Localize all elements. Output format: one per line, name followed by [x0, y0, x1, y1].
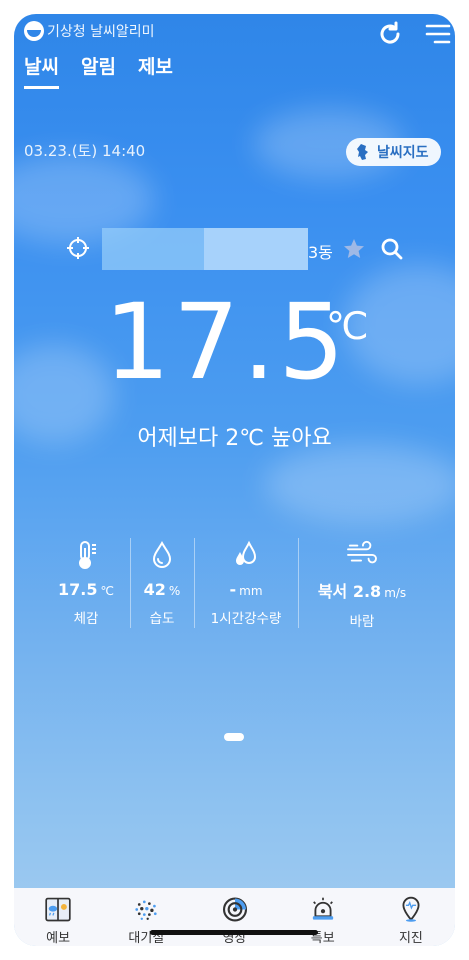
stat-humidity: 42% 습도 [130, 538, 194, 630]
precipitation-label: 1시간강수량 [210, 611, 282, 627]
current-location-icon[interactable] [66, 236, 90, 260]
tab-alerts[interactable]: 알림 [81, 52, 116, 89]
humidity-drop-icon [152, 540, 172, 568]
nav-forecast-label: 예보 [46, 931, 71, 946]
wind-icon [347, 540, 377, 564]
top-tabs: 날씨 알림 제보 [24, 52, 173, 89]
forecast-icon [45, 897, 71, 922]
brand: 기상청 날씨알리미 [24, 21, 155, 41]
cloud-decoration [264, 444, 455, 524]
nav-air-quality[interactable]: 대기질 [102, 888, 190, 946]
refresh-icon[interactable] [376, 20, 404, 48]
stat-feels-like: 17.5 ℃ 체감 [42, 538, 130, 630]
warning-siren-icon [312, 897, 333, 920]
rain-drops-icon [236, 540, 257, 565]
air-quality-icon [135, 900, 157, 920]
nav-earthquake[interactable]: 지진 [367, 888, 455, 946]
menu-icon[interactable] [424, 20, 452, 48]
wind-unit: m/s [384, 586, 407, 600]
precipitation-unit: mm [239, 584, 263, 598]
precipitation-value: - [229, 580, 237, 599]
nav-radar[interactable]: 영상 [190, 888, 278, 946]
search-icon[interactable] [380, 237, 404, 261]
earthquake-pin-icon [402, 896, 420, 922]
weather-screen: 기상청 날씨알리미 날씨 알림 제보 03.23.(토) 14:40 날씨지도 [14, 14, 455, 946]
thermometer-icon [79, 541, 96, 569]
nav-earthquake-label: 지진 [398, 931, 423, 946]
humidity-unit: % [168, 584, 181, 598]
observation-datetime: 03.23.(토) 14:40 [24, 142, 146, 160]
current-temperature: 17.5 [104, 281, 348, 403]
kma-logo-icon [24, 21, 44, 41]
feels-like-unit: ℃ [100, 584, 114, 598]
radar-icon [222, 897, 247, 922]
nav-warning[interactable]: 특보 [279, 888, 367, 946]
yesterday-comparison: 어제보다 2℃ 높아요 [137, 426, 332, 451]
weather-stats: 17.5 ℃ 체감 42% 습도 - mm 1시간강수량 북서 2.8 m/s … [42, 538, 426, 630]
wind-label: 바람 [349, 614, 375, 630]
redacted-location-block [102, 228, 204, 270]
humidity-label: 습도 [149, 611, 175, 627]
location-name[interactable]: 3동 [308, 239, 333, 263]
page-indicator[interactable] [224, 733, 244, 741]
brand-title: 기상청 날씨알리미 [47, 24, 155, 40]
korea-map-icon [357, 144, 368, 160]
home-indicator[interactable] [150, 930, 318, 935]
location-row: 3동 [14, 228, 455, 270]
wind-value: 북서 2.8 [317, 582, 382, 601]
stat-precipitation: - mm 1시간강수량 [194, 538, 298, 630]
stat-wind: 북서 2.8 m/s 바람 [298, 538, 426, 630]
redacted-location-block [204, 228, 308, 270]
bottom-nav: 예보 대기질 영상 특보 지진 [14, 888, 455, 946]
tab-weather[interactable]: 날씨 [24, 52, 59, 89]
weather-map-button[interactable]: 날씨지도 [346, 138, 441, 166]
nav-forecast[interactable]: 예보 [14, 888, 102, 946]
feels-like-label: 체감 [73, 611, 99, 627]
app-header: 기상청 날씨알리미 날씨 알림 제보 [14, 14, 455, 94]
tab-report[interactable]: 제보 [138, 52, 173, 89]
humidity-value: 42 [143, 580, 166, 599]
favorite-star-icon[interactable] [342, 237, 366, 261]
feels-like-value: 17.5 [58, 580, 98, 599]
weather-map-label: 날씨지도 [377, 145, 429, 161]
temperature-unit: ℃ [326, 304, 369, 348]
